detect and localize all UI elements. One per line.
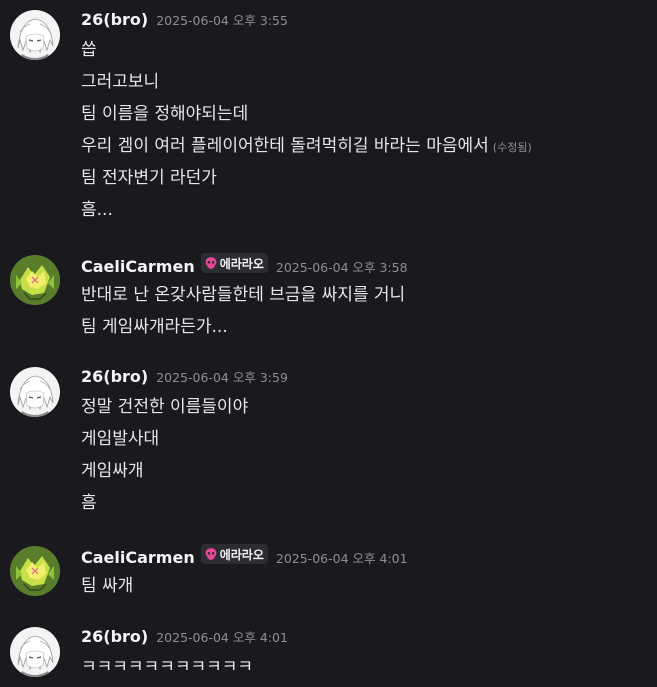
message-line: 팀 전자변기 라던가: [81, 168, 217, 188]
white-haired-anime-avatar-icon: [10, 10, 60, 60]
message-line: 우리 겜이 여러 플레이어한테 돌려먹히길 바라는 마음에서 (수정됨): [81, 136, 532, 156]
green-yellow-sprite-avatar-icon: [10, 546, 60, 596]
message-body: 반대로 난 온갖사람들한테 브금을 싸지를 거니 팀 게임싸개라든가...: [81, 279, 405, 343]
username[interactable]: CaeliCarmen: [81, 548, 195, 567]
message-line: 그러고보니: [81, 72, 160, 92]
message-line: 팀 이름을 정해야되는데: [81, 104, 249, 124]
role-tag[interactable]: 에라라오: [200, 544, 268, 564]
avatar[interactable]: [10, 367, 60, 417]
avatar[interactable]: [10, 255, 60, 305]
avatar[interactable]: [10, 546, 60, 596]
timestamp[interactable]: 2025-06-04 오후 3:58: [276, 257, 408, 276]
message-header: 26(bro) 2025-06-04 오후 3:59: [81, 367, 288, 391]
role-tag[interactable]: 에라라오: [200, 253, 268, 273]
timestamp[interactable]: 2025-06-04 오후 3:55: [156, 10, 288, 29]
message-header: CaeliCarmen 에라라오 2025-06-04 오후 3:58: [81, 253, 408, 279]
message-line: ㅋㅋㅋㅋㅋㅋㅋㅋㅋㅋㅋ: [81, 657, 254, 677]
message-body: 팀 싸개: [81, 570, 133, 602]
role-tag-label: 에라라오: [219, 547, 264, 562]
white-haired-anime-avatar-icon: [10, 367, 60, 417]
message-line: 정말 건전한 이름들이야: [81, 397, 249, 417]
message-body: ㅋㅋㅋㅋㅋㅋㅋㅋㅋㅋㅋ: [81, 651, 253, 683]
message-body: 정말 건전한 이름들이야 게임발사대 게임싸개 흠: [81, 391, 248, 519]
message-line: 씁: [81, 40, 97, 60]
message-line: 게임싸개: [81, 461, 144, 481]
avatar[interactable]: [10, 10, 60, 60]
message-line: 게임발사대: [81, 429, 160, 449]
edited-marker: (수정됨): [492, 141, 532, 154]
username[interactable]: CaeliCarmen: [81, 257, 195, 276]
message-header: 26(bro) 2025-06-04 오후 4:01: [81, 627, 288, 651]
message-line: 반대로 난 온갖사람들한테 브금을 싸지를 거니: [81, 285, 406, 305]
message-body: 씁 그러고보니 팀 이름을 정해야되는데 우리 겜이 여러 플레이어한테 돌려먹…: [81, 34, 532, 226]
message-line: 팀 게임싸개라든가...: [81, 317, 228, 337]
chat-log: 26(bro) 2025-06-04 오후 3:55 씁 그러고보니 팀 이름을…: [0, 0, 657, 687]
avatar[interactable]: [10, 627, 60, 677]
white-haired-anime-avatar-icon: [10, 627, 60, 677]
role-tag-label: 에라라오: [219, 256, 264, 271]
timestamp[interactable]: 2025-06-04 오후 3:59: [156, 367, 288, 386]
username[interactable]: 26(bro): [81, 627, 148, 646]
skull-icon: [205, 257, 217, 269]
skull-icon: [205, 548, 217, 560]
username[interactable]: 26(bro): [81, 10, 148, 29]
username[interactable]: 26(bro): [81, 367, 148, 386]
timestamp[interactable]: 2025-06-04 오후 4:01: [156, 627, 288, 646]
message-header: 26(bro) 2025-06-04 오후 3:55: [81, 10, 288, 34]
message-line: 흠...: [81, 200, 113, 220]
timestamp[interactable]: 2025-06-04 오후 4:01: [276, 548, 408, 567]
message-header: CaeliCarmen 에라라오 2025-06-04 오후 4:01: [81, 544, 408, 570]
message-line: 흠: [81, 493, 97, 513]
green-yellow-sprite-avatar-icon: [10, 255, 60, 305]
message-line: 팀 싸개: [81, 576, 134, 596]
